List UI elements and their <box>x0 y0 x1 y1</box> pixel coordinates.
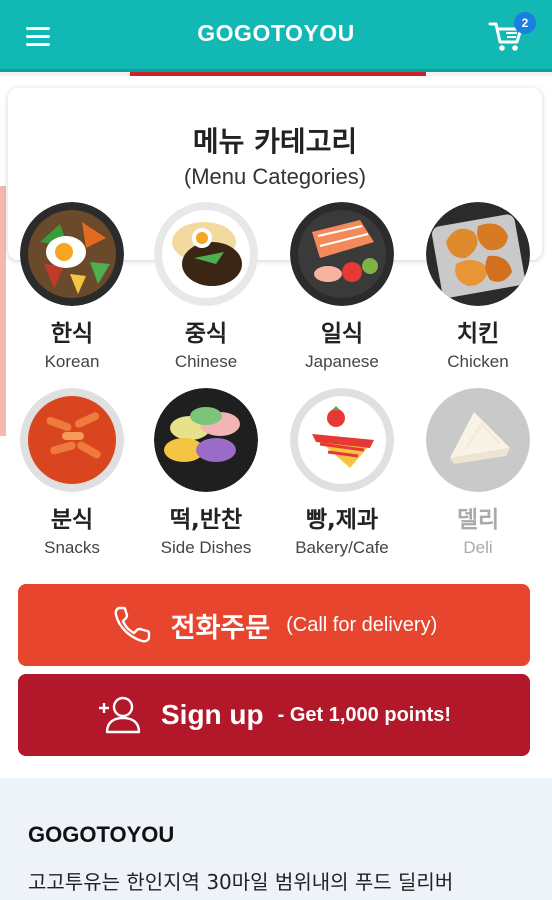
category-korean[interactable]: 한식 Korean <box>4 202 140 382</box>
fried-chicken-icon <box>426 202 530 306</box>
category-label-ko: 분식 <box>50 507 94 533</box>
call-for-delivery-button[interactable]: 전화주문 (Call for delivery) <box>18 584 530 666</box>
add-user-icon <box>97 694 143 736</box>
sashimi-icon <box>290 202 394 306</box>
cart-count-badge: 2 <box>514 12 536 34</box>
category-label-ko: 일식 <box>320 321 364 347</box>
category-side-dishes[interactable]: 떡,반찬 Side Dishes <box>138 388 274 568</box>
cake-icon <box>290 388 394 492</box>
about-section: GOGOTOYOU 고고투유는 한인지역 30마일 범위내의 푸드 딜리버 <box>0 778 552 900</box>
top-app-bar: GOGOTOYOU 2 <box>0 0 552 72</box>
category-label-en: Korean <box>44 352 100 371</box>
category-label-ko: 떡,반찬 <box>169 507 243 533</box>
categories-title: 메뉴 카테고리 <box>192 125 358 158</box>
phone-icon <box>111 604 153 646</box>
tteokbokki-icon <box>20 388 124 492</box>
jajangmyeon-icon <box>154 202 258 306</box>
category-label-en: Chicken <box>447 352 509 371</box>
bibimbap-icon <box>20 202 124 306</box>
rice-cake-icon <box>154 388 258 492</box>
call-button-sublabel: (Call for delivery) <box>286 613 438 636</box>
category-label-en: Snacks <box>44 538 100 557</box>
category-label-en: Japanese <box>305 352 379 371</box>
category-label-en: Side Dishes <box>160 538 252 557</box>
category-label-ko: 한식 <box>50 321 94 347</box>
category-label-ko: 중식 <box>184 321 228 347</box>
signup-button-label: Sign up <box>160 699 264 730</box>
category-label-ko: 치킨 <box>456 321 500 347</box>
category-bakery[interactable]: 빵,제과 Bakery/Cafe <box>274 388 410 568</box>
about-title: GOGOTOYOU <box>28 822 175 847</box>
category-chicken[interactable]: 치킨 Chicken <box>410 202 546 382</box>
sandwich-icon <box>426 388 530 492</box>
category-label-en: Bakery/Cafe <box>295 538 389 557</box>
sign-up-button[interactable]: Sign up - Get 1,000 points! <box>18 674 530 756</box>
category-snacks[interactable]: 분식 Snacks <box>4 388 140 568</box>
category-chinese[interactable]: 중식 Chinese <box>138 202 274 382</box>
category-japanese[interactable]: 일식 Japanese <box>274 202 410 382</box>
app-title: GOGOTOYOU <box>197 20 355 46</box>
about-text: 고고투유는 한인지역 30마일 범위내의 푸드 딜리버 <box>28 870 454 894</box>
signup-button-sublabel: - Get 1,000 points! <box>277 703 452 726</box>
category-label-en: Chinese <box>174 352 238 371</box>
category-deli[interactable]: 델리 Deli <box>410 388 546 568</box>
main-content: 메뉴 카테고리 (Menu Categories) 한식 Korean 중식 C… <box>0 76 552 778</box>
categories-subtitle: (Menu Categories) <box>183 164 367 189</box>
cart-button[interactable]: 2 <box>488 12 536 58</box>
category-label-ko: 델리 <box>456 507 500 533</box>
category-label-ko: 빵,제과 <box>305 507 379 533</box>
category-label-en: Deli <box>463 538 493 557</box>
call-button-label: 전화주문 <box>170 612 271 644</box>
